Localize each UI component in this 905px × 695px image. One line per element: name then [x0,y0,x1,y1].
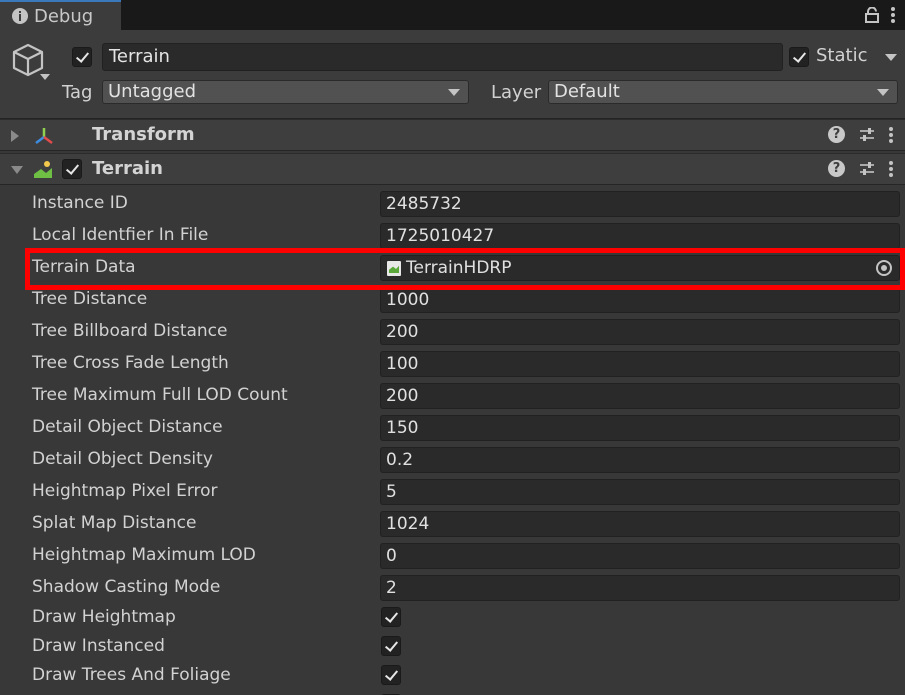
property-field[interactable]: 150 [380,415,900,441]
draw-instanced-checkbox[interactable] [381,636,401,656]
transform-component-header[interactable]: Transform ? [0,119,905,151]
terrain-enabled-checkbox[interactable] [62,159,82,179]
more-options-icon[interactable] [891,7,895,23]
more-options-icon[interactable] [889,160,893,177]
terrain-data-highlight [25,248,905,290]
property-row-draw-heightmap: Draw Heightmap [0,602,905,634]
property-label: Draw Heightmap [32,607,176,627]
lock-icon[interactable] [865,7,879,23]
transform-icon [35,128,53,144]
object-header: Terrain Static Tag Untagged Layer Defaul… [0,30,905,119]
help-icon[interactable]: ? [828,160,845,177]
property-label: Tree Billboard Distance [32,321,228,341]
property-label: Draw Instanced [32,636,165,656]
static-dropdown-arrow-icon[interactable] [885,54,897,61]
gameobject-cube-icon[interactable] [10,42,46,78]
terrain-component-header[interactable]: Terrain ? [0,153,905,185]
tab-actions [865,4,895,26]
property-row-detail-object-density: Detail Object Density 0.2 [0,444,905,476]
property-row-draw-trees-foliage: Draw Trees And Foliage [0,660,905,692]
tab-title: Debug [34,5,94,27]
transform-title: Transform [92,124,195,145]
property-label: Draw Trees And Foliage [32,665,231,685]
property-row-shadow-casting-mode: Shadow Casting Mode 2 [0,572,905,604]
terrain-icon [34,161,52,178]
fold-arrow-icon[interactable] [11,166,23,174]
property-label: Heightmap Pixel Error [32,481,218,501]
draw-trees-foliage-checkbox[interactable] [381,665,401,685]
tag-value: Untagged [108,81,197,102]
property-row-splat-map-distance: Splat Map Distance 1024 [0,508,905,540]
property-field[interactable]: 0.2 [380,447,900,473]
property-field[interactable]: 0 [380,543,900,569]
property-row-heightmap-pixel-error: Heightmap Pixel Error 5 [0,476,905,508]
presets-icon[interactable] [859,127,875,143]
property-label: Detail Object Distance [32,417,223,437]
property-label: Tree Distance [32,289,148,309]
property-label: Tree Cross Fade Length [32,353,229,373]
chevron-down-icon [448,89,460,96]
property-field[interactable]: 2485732 [380,191,900,217]
property-field[interactable]: 2 [380,575,900,601]
chevron-down-icon [877,89,889,96]
tab-debug[interactable]: Debug [0,0,121,30]
property-row-partial [0,689,905,695]
more-options-icon[interactable] [889,126,893,143]
property-row-tree-billboard-distance: Tree Billboard Distance 200 [0,316,905,348]
property-row-heightmap-max-lod: Heightmap Maximum LOD 0 [0,540,905,572]
fold-arrow-icon[interactable] [11,130,19,142]
property-label: Detail Object Density [32,449,213,469]
property-field[interactable]: 200 [380,383,900,409]
transform-actions: ? [828,126,893,143]
object-name-field[interactable]: Terrain [102,43,783,71]
property-row-tree-cross-fade: Tree Cross Fade Length 100 [0,348,905,380]
property-label: Tree Maximum Full LOD Count [32,385,288,405]
property-label: Instance ID [32,193,128,213]
static-checkbox[interactable] [789,47,809,67]
terrain-title: Terrain [92,158,163,179]
active-checkbox[interactable] [72,47,92,67]
info-icon [12,8,28,24]
layer-value: Default [554,81,620,102]
property-label: Shadow Casting Mode [32,577,221,597]
terrain-actions: ? [828,160,893,177]
property-field[interactable]: 100 [380,351,900,377]
presets-icon[interactable] [859,161,875,177]
property-label: Splat Map Distance [32,513,197,533]
help-icon[interactable]: ? [828,126,845,143]
property-row-draw-instanced: Draw Instanced [0,631,905,663]
layer-dropdown[interactable]: Default [548,80,898,104]
property-field[interactable]: 1024 [380,511,900,537]
icon-dropdown-arrow-icon[interactable] [40,74,50,80]
tag-label: Tag [62,82,93,103]
tab-bar: Debug [0,0,905,30]
property-label: Heightmap Maximum LOD [32,545,256,565]
property-field[interactable]: 200 [380,319,900,345]
property-field[interactable]: 1000 [380,287,900,313]
property-row-tree-max-lod: Tree Maximum Full LOD Count 200 [0,380,905,412]
static-label: Static [816,45,868,66]
property-label: Local Identfier In File [32,225,209,245]
property-field[interactable]: 1725010427 [380,223,900,249]
draw-heightmap-checkbox[interactable] [381,607,401,627]
property-row-detail-object-distance: Detail Object Distance 150 [0,412,905,444]
property-row-instance-id: Instance ID 2485732 [0,188,905,220]
layer-label: Layer [491,82,542,103]
tag-dropdown[interactable]: Untagged [102,80,469,104]
property-field[interactable]: 5 [380,479,900,505]
